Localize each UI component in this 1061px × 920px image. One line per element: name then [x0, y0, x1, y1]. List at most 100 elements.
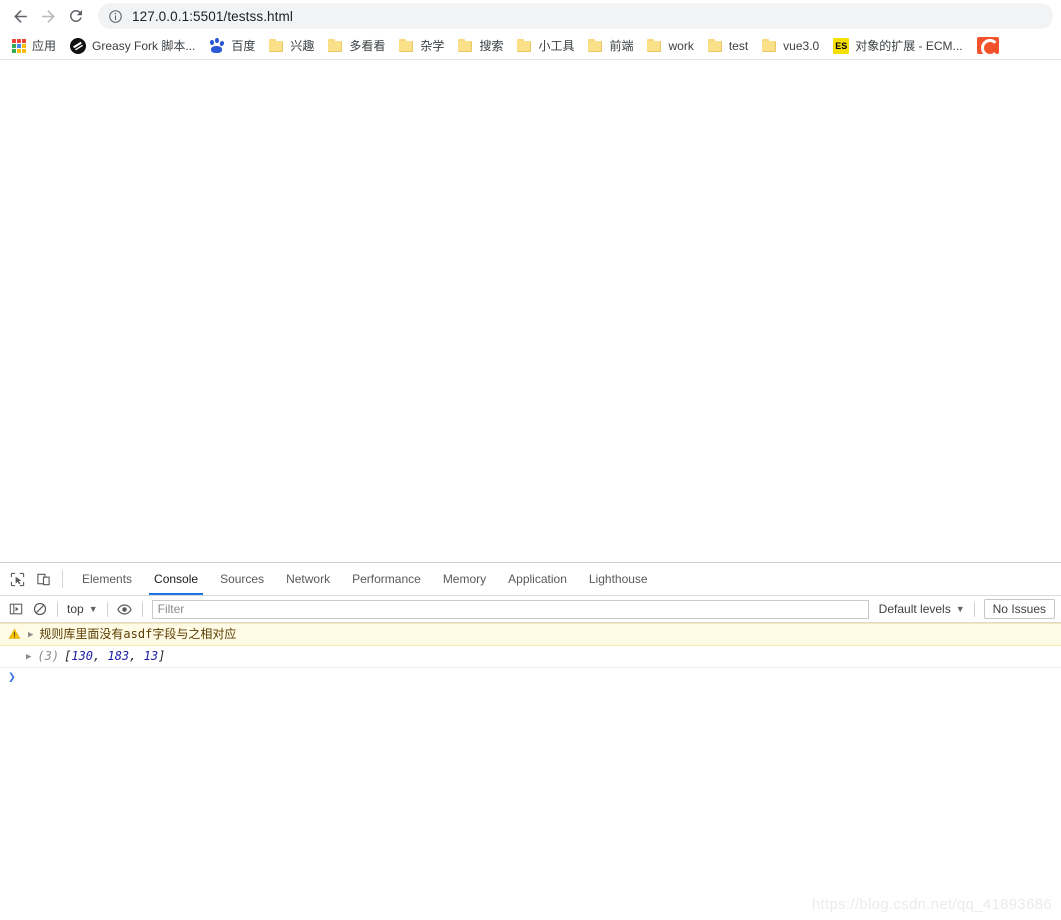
live-expression-button[interactable]	[113, 597, 137, 621]
folder-icon	[328, 39, 343, 52]
bookmark-overflow-item[interactable]	[970, 34, 999, 58]
array-value: [130, 183, 13]	[64, 649, 166, 663]
toolbar-divider	[57, 601, 58, 617]
forward-button[interactable]	[34, 2, 62, 30]
devtools-tabbar: Elements Console Sources Network Perform…	[0, 563, 1061, 596]
bookmark-label: 前端	[609, 39, 634, 53]
address-bar-url: 127.0.0.1:5501/testss.html	[132, 8, 293, 24]
console-empty-area	[0, 690, 1061, 903]
tab-label: Sources	[220, 572, 265, 586]
tab-lighthouse[interactable]: Lighthouse	[578, 563, 659, 595]
toolbar-divider	[141, 601, 143, 617]
back-button[interactable]	[6, 2, 34, 30]
bookmark-apps[interactable]: 应用	[5, 34, 63, 58]
device-toolbar-icon	[36, 573, 50, 585]
inspect-element-button[interactable]	[4, 563, 30, 595]
devtools-panel: Elements Console Sources Network Perform…	[0, 562, 1061, 903]
bookmark-label: 应用	[32, 39, 57, 53]
bookmark-label: Greasy Fork 脚本...	[92, 39, 196, 53]
bookmark-folder-duokankan[interactable]: 多看看	[321, 34, 392, 58]
console-filter-input[interactable]	[151, 599, 869, 619]
baidu-icon	[209, 38, 226, 54]
console-prompt[interactable]: ❯	[0, 668, 1061, 690]
navigation-bar: 127.0.0.1:5501/testss.html	[0, 0, 1061, 32]
bookmark-folder-qianduan[interactable]: 前端	[581, 34, 640, 58]
apps-grid-icon	[12, 38, 26, 53]
page-root: 127.0.0.1:5501/testss.html 应用 Greasy For…	[0, 0, 1061, 920]
bookmark-es-article[interactable]: ES 对象的扩展 - ECM...	[826, 34, 969, 58]
bookmarks-bar: 应用 Greasy Fork 脚本... 百度 兴趣 多看看 杂学 搜索 小工具…	[0, 32, 1061, 60]
reload-icon	[69, 9, 82, 22]
bookmark-folder-xingqu[interactable]: 兴趣	[262, 34, 321, 58]
browser-chrome: 127.0.0.1:5501/testss.html 应用 Greasy For…	[0, 0, 1061, 60]
array-item-2: 13	[143, 649, 159, 663]
tab-elements[interactable]: Elements	[71, 563, 143, 595]
bookmark-label: 百度	[231, 39, 256, 53]
console-sidebar-button[interactable]	[4, 597, 28, 621]
folder-icon	[762, 39, 777, 52]
tab-label: Application	[508, 572, 567, 586]
bookmark-folder-test[interactable]: test	[701, 34, 755, 58]
tab-application[interactable]: Application	[497, 563, 578, 595]
bookmark-label: 对象的扩展 - ECM...	[855, 39, 963, 53]
folder-icon	[647, 39, 662, 52]
toolbar-divider	[106, 601, 108, 617]
bookmark-label: 兴趣	[290, 39, 315, 53]
folder-icon	[588, 39, 603, 52]
chevron-down-icon: ▼	[88, 604, 98, 614]
clear-console-icon	[33, 602, 47, 616]
bookmark-baidu[interactable]: 百度	[202, 34, 262, 58]
page-viewport	[0, 60, 1061, 562]
tab-sources[interactable]: Sources	[209, 563, 275, 595]
toolbar-divider	[62, 570, 63, 588]
bookmark-folder-vue3[interactable]: vue3.0	[755, 34, 826, 58]
execution-context-label: top	[67, 602, 84, 616]
console-warning-text: 规则库里面没有asdf字段与之相对应	[39, 627, 237, 641]
reload-button[interactable]	[62, 2, 90, 30]
bookmark-label: work	[668, 38, 694, 53]
console-sidebar-icon	[9, 603, 23, 615]
bookmark-label: 多看看	[349, 39, 386, 53]
bookmark-label: vue3.0	[783, 38, 820, 53]
warning-triangle-icon	[8, 628, 21, 639]
execution-context-selector[interactable]: top ▼	[63, 602, 102, 616]
expand-arrow-icon[interactable]: ▶	[28, 627, 33, 643]
folder-icon	[399, 39, 414, 52]
folder-icon	[707, 39, 723, 52]
tab-memory[interactable]: Memory	[432, 563, 497, 595]
tab-label: Elements	[82, 572, 133, 586]
array-close-bracket: ]	[158, 649, 166, 663]
log-levels-selector[interactable]: Default levels ▼	[875, 602, 969, 616]
page-info-icon[interactable]	[108, 9, 123, 24]
greasyfork-icon	[70, 37, 87, 54]
array-length-label: (3)	[37, 649, 60, 663]
bookmark-folder-xiaogongju[interactable]: 小工具	[510, 34, 581, 58]
orange-circle-icon	[976, 37, 999, 54]
expand-arrow-icon[interactable]: ▶	[26, 649, 31, 665]
tab-label: Console	[154, 572, 199, 586]
tab-network[interactable]: Network	[275, 563, 341, 595]
array-item-1: 183	[107, 649, 130, 663]
arrow-left-icon	[13, 9, 27, 23]
address-bar[interactable]: 127.0.0.1:5501/testss.html	[98, 3, 1053, 29]
folder-icon	[269, 39, 284, 52]
inspect-element-icon	[10, 572, 24, 586]
bookmark-folder-sousuo[interactable]: 搜索	[451, 34, 510, 58]
es-badge-icon: ES	[833, 37, 850, 54]
array-item-0: 130	[71, 649, 94, 663]
tab-label: Performance	[352, 572, 421, 586]
device-toolbar-button[interactable]	[30, 563, 56, 595]
folder-icon	[517, 39, 532, 52]
bookmark-folder-zaxue[interactable]: 杂学	[392, 34, 451, 58]
bookmark-folder-work[interactable]: work	[640, 34, 700, 58]
bookmark-label: 搜索	[479, 39, 504, 53]
tab-console[interactable]: Console	[143, 563, 209, 595]
toolbar-divider	[973, 601, 975, 617]
console-log-message[interactable]: ▶ (3) [130, 183, 13]	[0, 646, 1061, 668]
console-warning-message[interactable]: ▶ 规则库里面没有asdf字段与之相对应	[0, 623, 1061, 646]
clear-console-button[interactable]	[28, 597, 52, 621]
tab-performance[interactable]: Performance	[341, 563, 432, 595]
issues-button[interactable]: No Issues	[983, 599, 1055, 619]
tab-label: Lighthouse	[588, 572, 648, 586]
bookmark-greasy-fork[interactable]: Greasy Fork 脚本...	[63, 34, 202, 58]
